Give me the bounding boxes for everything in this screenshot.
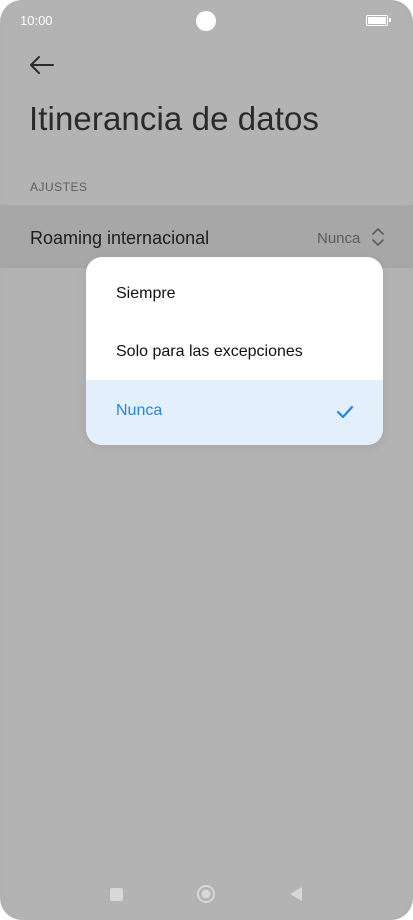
option-label: Nunca	[116, 402, 163, 419]
recent-apps-button[interactable]	[110, 888, 123, 901]
phone-frame: 10:00 Itinerancia de datos AJUSTES Roami…	[0, 0, 413, 920]
chevron-up-down-icon	[372, 228, 384, 246]
roaming-setting-value: Nunca	[317, 230, 361, 247]
screen	[6, 0, 407, 920]
navigation-bar	[0, 870, 413, 920]
back-button[interactable]	[24, 50, 62, 82]
page-title: Itinerancia de datos	[29, 100, 320, 137]
section-header: AJUSTES	[30, 180, 88, 194]
option-label: Siempre	[116, 285, 176, 302]
option-label: Solo para las excepciones	[116, 343, 303, 360]
arrow-left-icon	[30, 56, 54, 74]
home-button[interactable]	[196, 884, 216, 904]
nav-back-button[interactable]	[288, 885, 304, 903]
option-solo-excepciones[interactable]: Solo para las excepciones	[86, 323, 383, 381]
checkmark-icon	[336, 405, 354, 419]
front-camera	[196, 11, 216, 31]
roaming-setting-label: Roaming internacional	[30, 228, 210, 248]
option-siempre[interactable]: Siempre	[86, 265, 383, 323]
roaming-options-dropdown: Siempre Solo para las excepciones Nunca	[86, 257, 383, 445]
status-bar: 10:00	[0, 0, 413, 40]
status-time: 10:00	[20, 13, 53, 28]
option-nunca[interactable]: Nunca	[86, 380, 383, 445]
battery-icon	[366, 15, 391, 26]
